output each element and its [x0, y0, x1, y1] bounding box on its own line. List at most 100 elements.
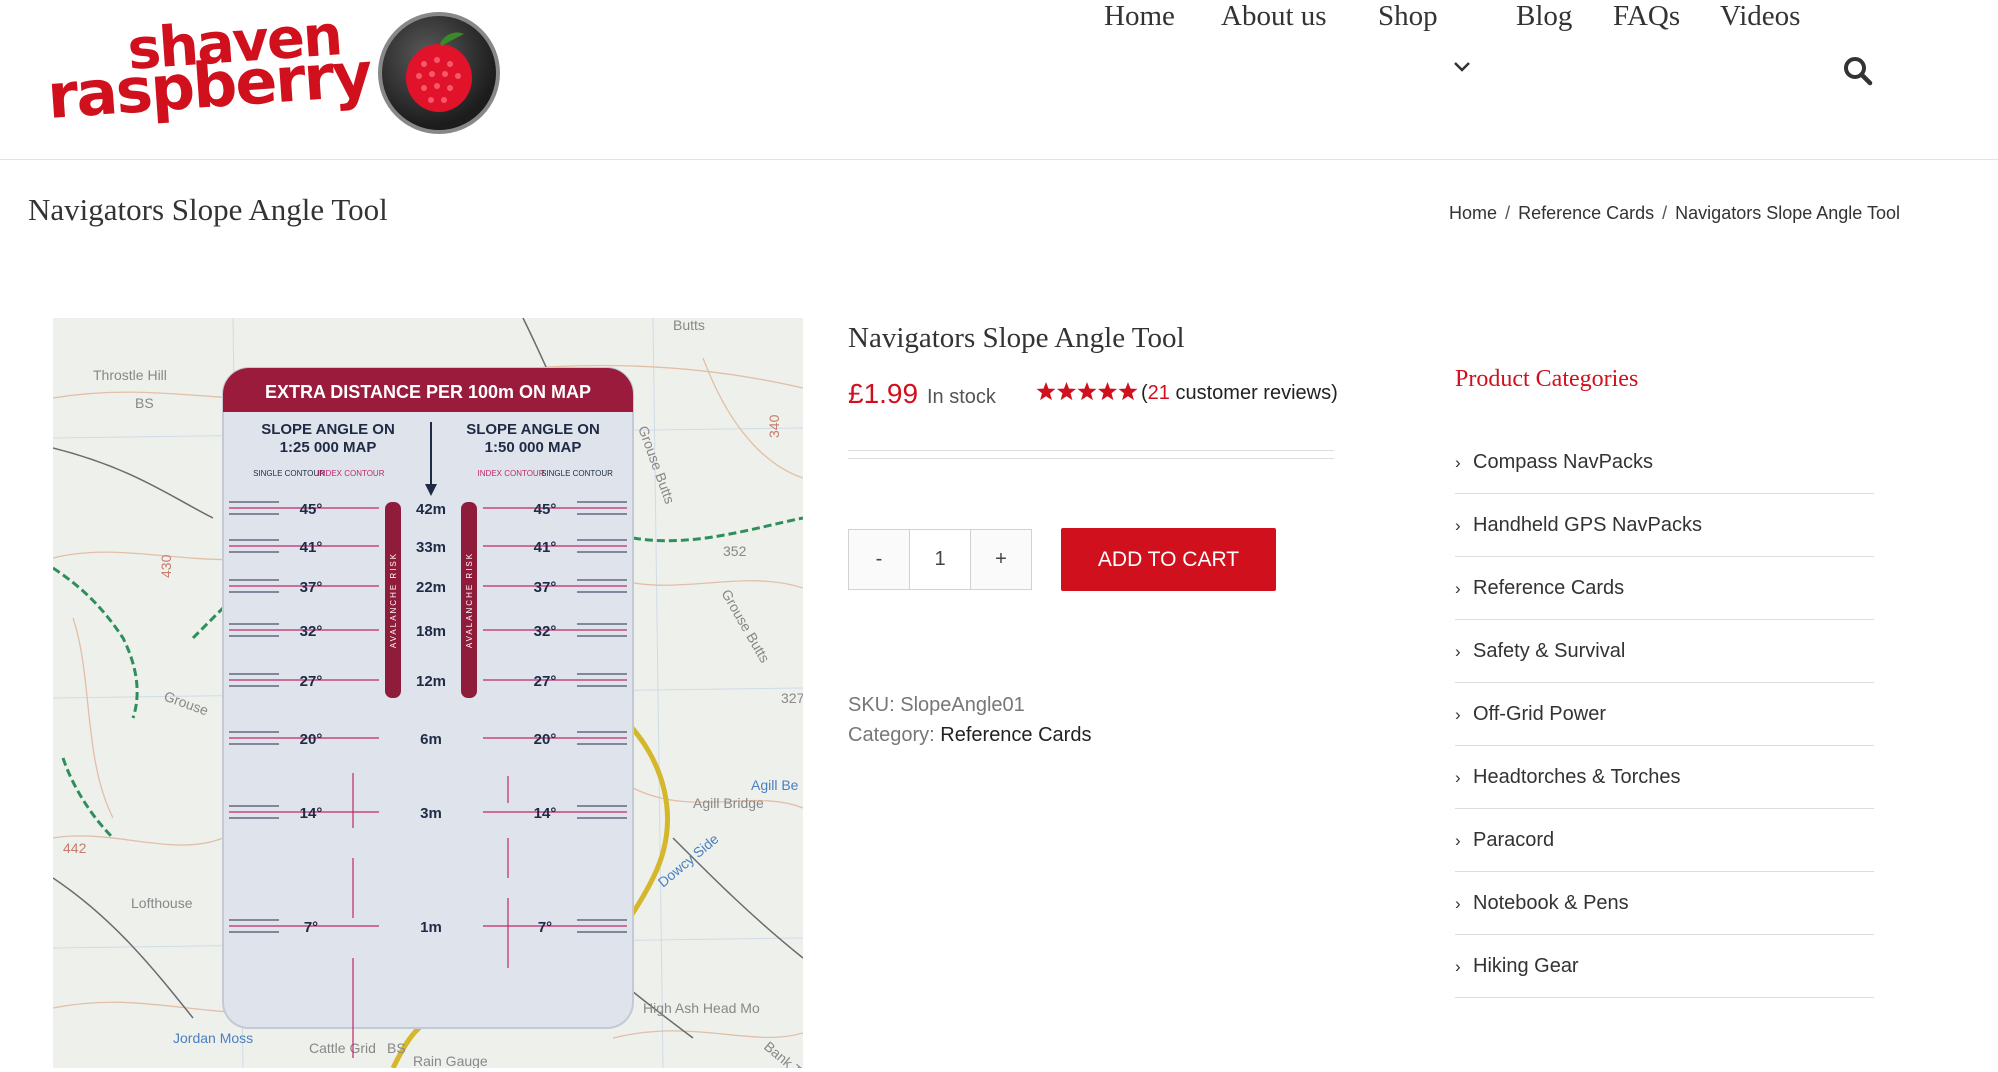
- category-label: Safety & Survival: [1473, 640, 1626, 662]
- card-distance: 3m: [420, 805, 442, 822]
- card-angle-right: 41°: [534, 539, 557, 556]
- breadcrumb-home[interactable]: Home: [1449, 203, 1497, 223]
- site-logo[interactable]: shaven raspberry: [45, 3, 373, 133]
- star-icon: [1057, 382, 1076, 401]
- map-label: Agill Be: [751, 777, 799, 793]
- category-item[interactable]: › Handheld GPS NavPacks: [1455, 495, 1874, 557]
- avalanche-risk-label-right: AVALANCHE RISK: [465, 552, 474, 648]
- star-icon: [1077, 382, 1097, 401]
- quantity-minus-button[interactable]: -: [849, 530, 909, 589]
- map-label: BS: [135, 395, 154, 411]
- review-count-link[interactable]: 21: [1148, 382, 1170, 404]
- search-icon[interactable]: [1843, 56, 1873, 86]
- category-link[interactable]: Reference Cards: [940, 724, 1091, 746]
- category-item[interactable]: › Hiking Gear: [1455, 936, 1874, 998]
- right-col-title-1: SLOPE ANGLE ON: [466, 421, 600, 438]
- left-col-title-2: 1:25 000 MAP: [280, 439, 377, 456]
- map-label: 352: [723, 543, 747, 559]
- nav-shop[interactable]: Shop: [1378, 0, 1438, 33]
- divider: [848, 458, 1334, 459]
- chevron-right-icon: ›: [1455, 641, 1461, 661]
- category-label: Paracord: [1473, 829, 1555, 851]
- product-price: £1.99: [848, 378, 919, 409]
- chevron-right-icon: ›: [1455, 767, 1461, 787]
- nav-blog[interactable]: Blog: [1516, 0, 1572, 33]
- breadcrumb-current: Navigators Slope Angle Tool: [1675, 203, 1900, 223]
- nav-home[interactable]: Home: [1104, 0, 1175, 33]
- review-text: customer reviews): [1169, 382, 1338, 404]
- site-header: shaven raspberry Home About us Shop Blog…: [0, 0, 1998, 160]
- star-icon: [1098, 382, 1117, 401]
- add-to-cart-button[interactable]: ADD TO CART: [1061, 528, 1276, 591]
- map-label: Throstle Hill: [93, 367, 167, 383]
- nav-about-us[interactable]: About us: [1221, 0, 1327, 33]
- product-image[interactable]: Butts Throstle Hill BS Grouse Butts 352 Grous…: [53, 318, 803, 1068]
- quantity-input[interactable]: 1: [909, 530, 971, 589]
- card-angle-right: 45°: [534, 501, 557, 518]
- card-distance: 33m: [416, 539, 446, 556]
- category-label: Handheld GPS NavPacks: [1473, 514, 1703, 536]
- category-item[interactable]: › Paracord: [1455, 810, 1874, 872]
- single-contour-label-left: SINGLE CONTOUR: [253, 469, 325, 478]
- chevron-down-icon[interactable]: [1453, 60, 1471, 78]
- map-label: 340: [766, 414, 782, 438]
- breadcrumb-category[interactable]: Reference Cards: [1518, 203, 1654, 223]
- category-item[interactable]: › Reference Cards: [1455, 558, 1874, 620]
- left-col-title-1: SLOPE ANGLE ON: [261, 421, 395, 438]
- review-open-paren: (: [1141, 382, 1148, 404]
- breadcrumb-separator: /: [1505, 203, 1511, 223]
- category-item[interactable]: › Off-Grid Power: [1455, 684, 1874, 746]
- map-label: Lofthouse: [131, 895, 193, 911]
- breadcrumb-separator: /: [1662, 203, 1668, 223]
- card-angle-left: 27°: [300, 673, 323, 690]
- category-label: Notebook & Pens: [1473, 892, 1629, 914]
- card-distance: 12m: [416, 673, 446, 690]
- sku-label: SKU:: [848, 694, 895, 716]
- card-distance: 42m: [416, 501, 446, 518]
- category-label: Reference Cards: [1473, 577, 1625, 599]
- card-angle-left: 45°: [300, 501, 323, 518]
- category-item[interactable]: › Headtorches & Torches: [1455, 747, 1874, 809]
- card-distance: 22m: [416, 579, 446, 596]
- map-label: Agill Bridge: [693, 795, 764, 811]
- category-list: › Compass NavPacks › Handheld GPS NavPacks…: [1455, 432, 1874, 999]
- card-angle-left: 20°: [300, 731, 323, 748]
- product-sku: SKU: SlopeAngle01: [848, 694, 1025, 717]
- card-angle-right: 32°: [534, 623, 557, 640]
- product-photo: ButtsThrostle HillBSGrouse Butts352Grous…: [53, 318, 803, 1068]
- chevron-right-icon: ›: [1455, 578, 1461, 598]
- single-contour-label-right: SINGLE CONTOUR: [541, 469, 613, 478]
- card-angle-right: 20°: [534, 731, 557, 748]
- index-contour-label-right: INDEX CONTOUR: [478, 469, 545, 478]
- map-label: 430: [158, 554, 174, 578]
- card-angle-left: 41°: [300, 539, 323, 556]
- divider: [848, 450, 1334, 451]
- card-header-text: EXTRA DISTANCE PER 100m ON MAP: [265, 382, 591, 402]
- quantity-plus-button[interactable]: +: [971, 530, 1031, 589]
- map-label: 327: [781, 690, 803, 706]
- page-title: Navigators Slope Angle Tool: [28, 192, 388, 227]
- quantity-stepper: - 1 +: [848, 529, 1032, 590]
- star-icon: [1036, 382, 1056, 401]
- card-distance: 6m: [420, 731, 442, 748]
- category-label: Headtorches & Torches: [1473, 766, 1681, 788]
- category-item[interactable]: › Compass NavPacks: [1455, 432, 1874, 494]
- category-label: Hiking Gear: [1473, 955, 1579, 977]
- card-angle-right: 7°: [538, 919, 552, 936]
- map-label: Butts: [673, 318, 705, 333]
- category-label: Off-Grid Power: [1473, 703, 1606, 725]
- card-angle-left: 14°: [300, 805, 323, 822]
- logo-word-2: raspberry: [44, 37, 373, 133]
- breadcrumb: Home / Reference Cards / Navigators Slope An…: [1449, 203, 1900, 224]
- category-item[interactable]: › Safety & Survival: [1455, 621, 1874, 683]
- map-label: High Ash Head Mo: [643, 1000, 760, 1016]
- category-item[interactable]: › Notebook & Pens: [1455, 873, 1874, 935]
- sku-value: SlopeAngle01: [900, 694, 1025, 716]
- card-angle-left: 32°: [300, 623, 323, 640]
- star-rating[interactable]: [1036, 381, 1138, 403]
- nav-faqs[interactable]: FAQs: [1613, 0, 1680, 33]
- chevron-right-icon: ›: [1455, 893, 1461, 913]
- raspberry-logo-icon[interactable]: [378, 12, 500, 134]
- nav-videos[interactable]: Videos: [1720, 0, 1800, 33]
- map-label: Rain Gauge: [413, 1053, 488, 1068]
